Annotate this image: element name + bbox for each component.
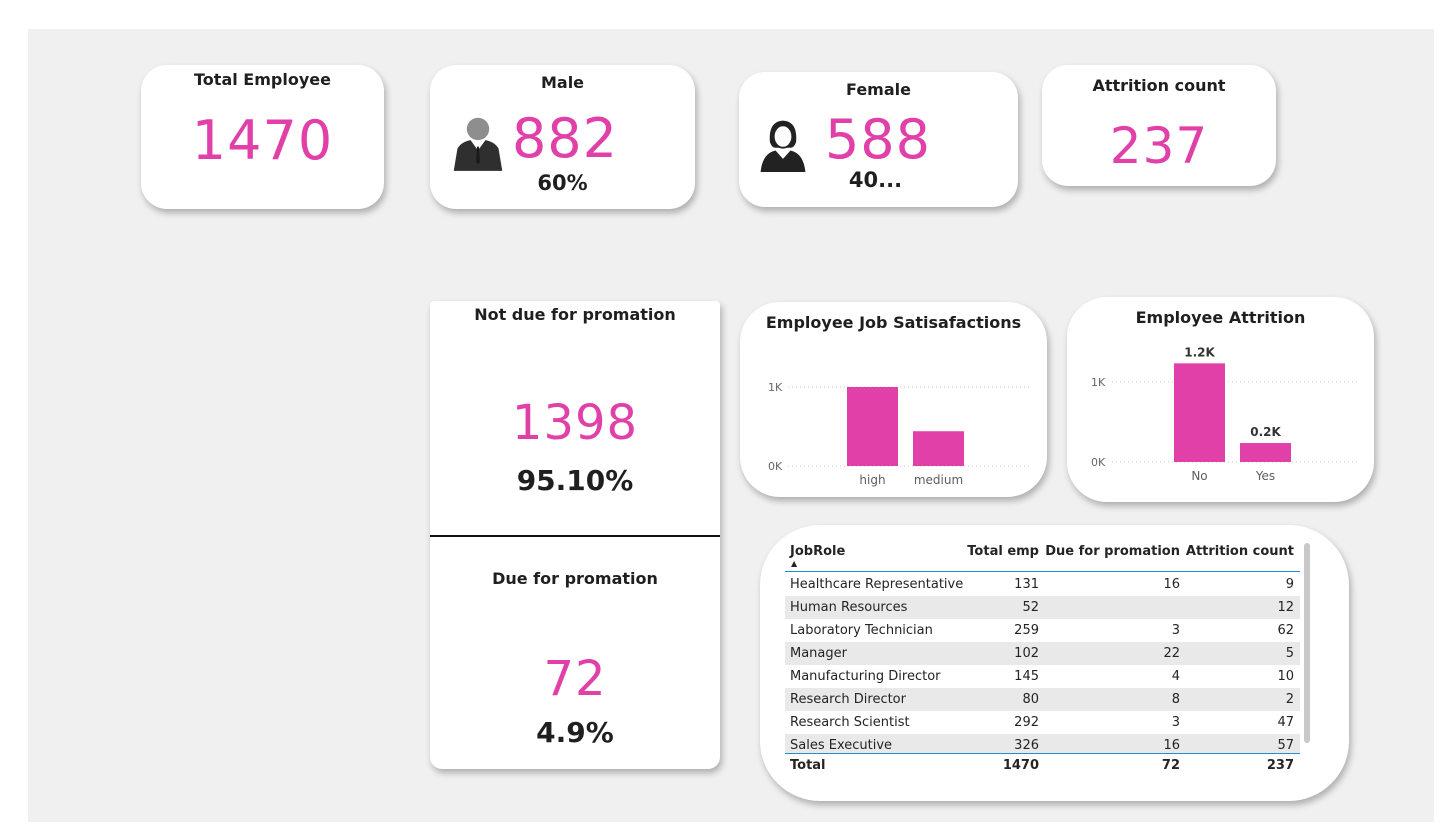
bar xyxy=(913,431,964,466)
total-emp-cell: 52 xyxy=(1022,600,1039,615)
total-emp-cell: 259 xyxy=(1014,623,1039,638)
jobrole-cell: Sales Executive xyxy=(790,738,893,753)
table-row[interactable]: Sales Executive 326 16 57 xyxy=(785,734,1300,753)
attrition-cell: 5 xyxy=(1285,646,1294,661)
due-title: Due for promation xyxy=(492,569,658,588)
table-row[interactable]: Laboratory Technician 259 3 62 xyxy=(785,619,1300,642)
table-row[interactable]: Healthcare Representative 131 16 9 xyxy=(785,573,1300,596)
attrition-count-card[interactable]: Attrition count 237 xyxy=(1042,65,1276,186)
due-promotion-cell: 16 xyxy=(1163,738,1180,753)
male-card[interactable]: Male 882 60% xyxy=(430,65,695,209)
y-tick-label: 1K xyxy=(1091,376,1106,389)
sort-ascending-icon[interactable]: ▲ xyxy=(791,559,797,568)
total-due-sum: 72 xyxy=(1161,758,1180,773)
total-emp-cell: 80 xyxy=(1022,692,1039,707)
y-tick-label: 1K xyxy=(768,381,783,394)
data-label: 1.2K xyxy=(1184,345,1215,359)
bar xyxy=(1240,443,1291,462)
header-attrition-count[interactable]: Attrition count xyxy=(1186,544,1294,559)
y-tick-label: 0K xyxy=(1091,456,1106,469)
due-promotion-cell: 4 xyxy=(1171,669,1180,684)
table-scrollbar[interactable] xyxy=(1304,543,1310,743)
employee-attrition-card[interactable]: Employee Attrition 0K 1K No 1.2K Yes 0.2K xyxy=(1067,297,1374,502)
bar xyxy=(1174,363,1225,462)
male-person-icon xyxy=(453,117,503,171)
jobrole-cell: Manufacturing Director xyxy=(790,669,941,684)
due-value: 72 xyxy=(543,651,607,707)
total-emp-cell: 292 xyxy=(1014,715,1039,730)
table-row[interactable]: Manager 102 22 5 xyxy=(785,642,1300,665)
total-employee-card[interactable]: Total Employee 1470 xyxy=(141,65,384,209)
table-row[interactable]: Human Resources 52 12 xyxy=(785,596,1300,619)
female-person-icon xyxy=(755,116,811,172)
jobrole-cell: Research Director xyxy=(790,692,906,707)
total-emp-cell: 326 xyxy=(1014,738,1039,753)
x-category-label: high xyxy=(859,473,885,487)
due-promotion-cell: 3 xyxy=(1171,623,1180,638)
attrition-cell: 10 xyxy=(1277,669,1294,684)
table-total-row: Total 1470 72 237 xyxy=(785,753,1300,778)
total-emp-cell: 131 xyxy=(1014,577,1039,592)
female-percent: 40... xyxy=(848,168,903,192)
promotion-panel[interactable]: Not due for promation 1398 95.10% Due fo… xyxy=(430,301,720,769)
jobrole-cell: Human Resources xyxy=(790,600,908,615)
header-jobrole[interactable]: JobRole xyxy=(790,544,845,559)
attrition-cell: 9 xyxy=(1285,577,1294,592)
bar xyxy=(847,387,898,466)
x-category-label: Yes xyxy=(1255,469,1275,483)
attrition-count-value: 237 xyxy=(1109,117,1209,175)
due-promotion-cell: 22 xyxy=(1163,646,1180,661)
total-employee-value: 1470 xyxy=(191,109,334,172)
due-promotion-cell: 3 xyxy=(1171,715,1180,730)
total-emp-sum: 1470 xyxy=(1002,758,1039,773)
table-row[interactable]: Research Director 80 8 2 xyxy=(785,688,1300,711)
table-row[interactable]: Research Scientist 292 3 47 xyxy=(785,711,1300,734)
x-category-label: No xyxy=(1191,469,1207,483)
jobrole-cell: Laboratory Technician xyxy=(790,623,933,638)
male-value: 882 xyxy=(511,107,619,170)
jobrole-cell: Research Scientist xyxy=(790,715,910,730)
total-emp-cell: 102 xyxy=(1014,646,1039,661)
x-category-label: medium xyxy=(914,473,963,487)
due-percent: 4.9% xyxy=(536,716,614,749)
attrition-cell: 57 xyxy=(1277,738,1294,753)
attrition-cell: 62 xyxy=(1277,623,1294,638)
female-value: 588 xyxy=(824,108,932,171)
data-label: 0.2K xyxy=(1250,425,1281,439)
male-title: Male xyxy=(540,73,585,92)
job-satisfaction-card[interactable]: Employee Job Satisafactions 0K 1K high medi… xyxy=(740,302,1047,497)
jobrole-table[interactable]: JobRole ▲ Total emp Due for promation At… xyxy=(785,539,1315,779)
not-due-value: 1398 xyxy=(511,395,639,451)
female-title: Female xyxy=(846,80,911,99)
total-employee-title: Total Employee xyxy=(194,70,331,89)
attrition-cell: 47 xyxy=(1277,715,1294,730)
table-row[interactable]: Manufacturing Director 145 4 10 xyxy=(785,665,1300,688)
female-card[interactable]: Female 588 40... xyxy=(739,72,1018,207)
due-promotion-cell: 16 xyxy=(1163,577,1180,592)
promotion-divider xyxy=(430,535,720,537)
not-due-title: Not due for promation xyxy=(474,305,676,324)
male-percent: 60% xyxy=(537,171,588,195)
job-satisfaction-chart: 0K 1K high medium xyxy=(768,381,1030,487)
employee-attrition-chart: 0K 1K No 1.2K Yes 0.2K xyxy=(1091,345,1357,483)
total-attrition-sum: 237 xyxy=(1266,758,1294,773)
total-emp-cell: 145 xyxy=(1014,669,1039,684)
header-total-emp[interactable]: Total emp xyxy=(967,544,1039,559)
y-tick-label: 0K xyxy=(768,460,783,473)
due-promotion-cell: 8 xyxy=(1171,692,1180,707)
table-body: Healthcare Representative 131 16 9 Human Res… xyxy=(785,573,1300,753)
attrition-cell: 12 xyxy=(1277,600,1294,615)
not-due-percent: 95.10% xyxy=(516,464,634,497)
attrition-cell: 2 xyxy=(1285,692,1294,707)
jobrole-cell: Healthcare Representative xyxy=(790,577,964,592)
jobrole-cell: Manager xyxy=(790,646,847,661)
total-label: Total xyxy=(790,758,826,773)
attrition-count-title: Attrition count xyxy=(1092,76,1226,95)
header-due-for-promotion[interactable]: Due for promation xyxy=(1045,544,1180,559)
table-header: JobRole ▲ Total emp Due for promation At… xyxy=(785,539,1300,572)
